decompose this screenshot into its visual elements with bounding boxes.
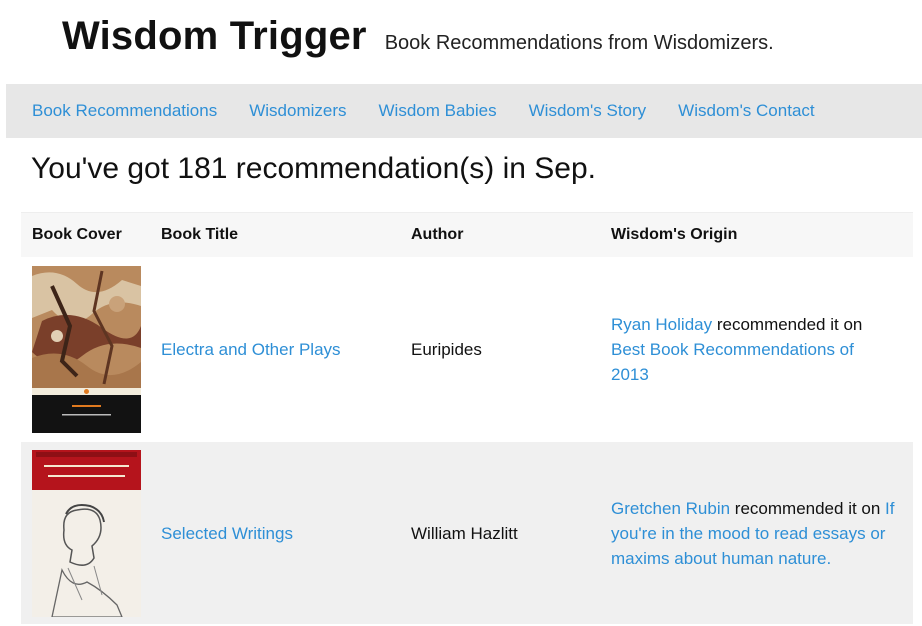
nav-book-recommendations[interactable]: Book Recommendations <box>32 101 217 121</box>
recommended-text: recommended it on <box>712 315 863 334</box>
column-header-book-cover: Book Cover <box>21 212 150 257</box>
origin-cell: Gretchen Rubin recommended it on If you'… <box>600 442 913 624</box>
author-cell: William Hazlitt <box>400 442 600 624</box>
nav-wisdoms-story[interactable]: Wisdom's Story <box>529 101 647 121</box>
column-header-book-title: Book Title <box>150 212 400 257</box>
nav-wisdomizers[interactable]: Wisdomizers <box>249 101 346 121</box>
author-cell: Euripides <box>400 257 600 442</box>
main-navbar: Book Recommendations Wisdomizers Wisdom … <box>6 84 922 138</box>
table-row: Selected Writings William Hazlitt Gretch… <box>21 442 913 624</box>
table-row: Electra and Other Plays Euripides Ryan H… <box>21 257 913 442</box>
source-link[interactable]: Best Book Recommendations of 2013 <box>611 340 854 384</box>
cover-cell <box>21 442 150 624</box>
book-title-cell: Selected Writings <box>150 442 400 624</box>
cover-cell <box>21 257 150 442</box>
site-title[interactable]: Wisdom Trigger <box>62 14 367 59</box>
recommended-text: recommended it on <box>730 498 886 518</box>
book-title-link[interactable]: Selected Writings <box>161 524 293 543</box>
electra-book-cover-image[interactable] <box>32 266 141 433</box>
recommender-link[interactable]: Ryan Holiday <box>611 315 712 334</box>
column-header-author: Author <box>400 212 600 257</box>
recommender-link[interactable]: Gretchen Rubin <box>611 499 730 518</box>
book-title-cell: Electra and Other Plays <box>150 257 400 442</box>
recommendation-summary: You've got 181 recommendation(s) in Sep. <box>31 152 596 185</box>
nav-wisdom-babies[interactable]: Wisdom Babies <box>379 101 497 121</box>
nav-wisdoms-contact[interactable]: Wisdom's Contact <box>678 101 814 121</box>
column-header-wisdoms-origin: Wisdom's Origin <box>600 212 913 257</box>
book-title-link[interactable]: Electra and Other Plays <box>161 340 341 359</box>
selected-writings-book-cover-image[interactable] <box>32 449 141 617</box>
table-header-row: Book Cover Book Title Author Wisdom's Or… <box>21 212 913 257</box>
site-header: Wisdom Trigger Book Recommendations from… <box>62 14 774 59</box>
origin-cell: Ryan Holiday recommended it on Best Book… <box>600 257 913 442</box>
recommendations-table: Book Cover Book Title Author Wisdom's Or… <box>21 212 913 624</box>
site-subtitle: Book Recommendations from Wisdomizers. <box>384 32 774 54</box>
